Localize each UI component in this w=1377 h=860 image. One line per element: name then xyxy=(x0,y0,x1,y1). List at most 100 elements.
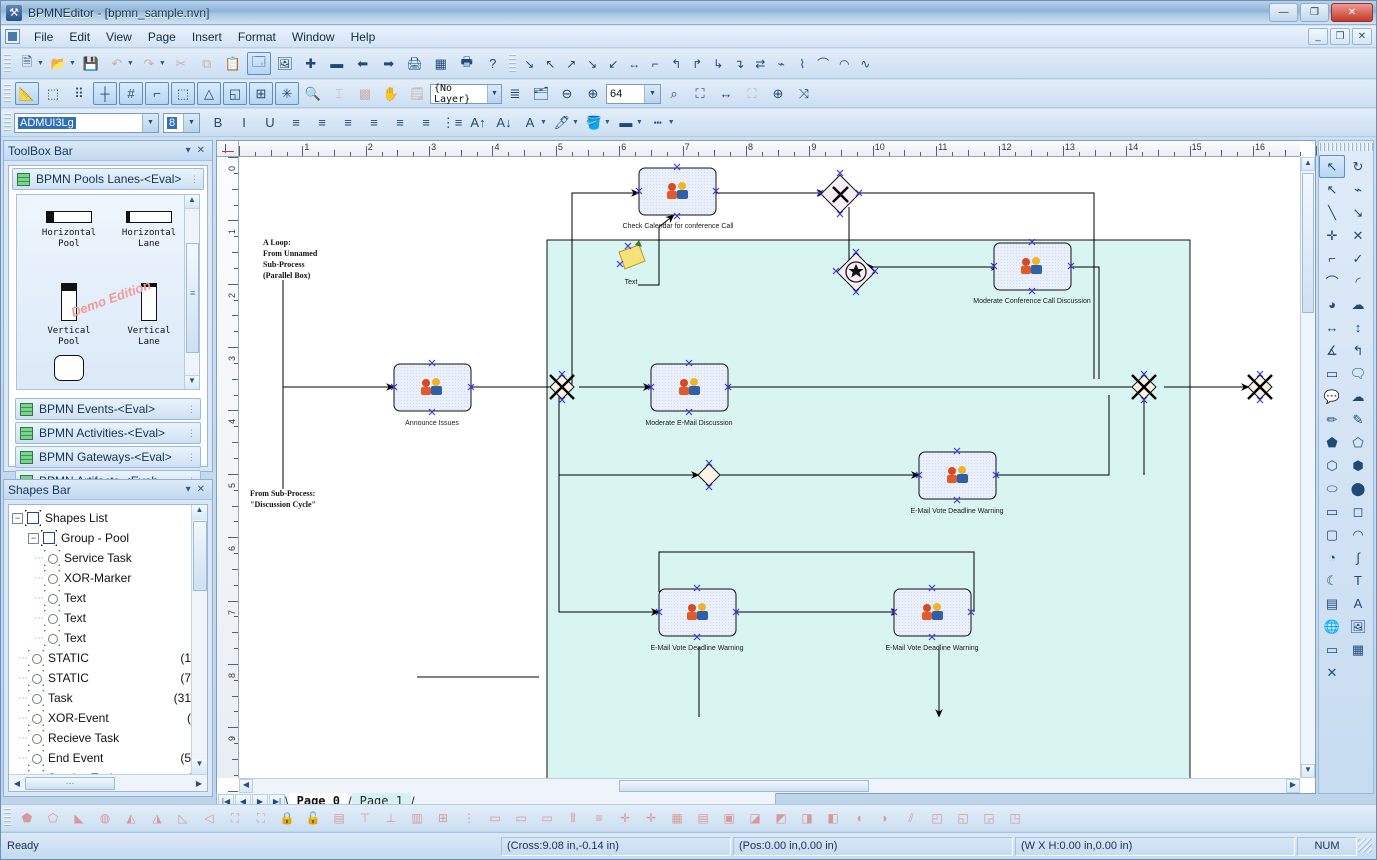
tree-item[interactable]: ⋯ XOR-Event ( xyxy=(12,708,191,728)
snap-br-icon[interactable]: ◳ xyxy=(1003,807,1027,829)
zoom-out-icon[interactable]: ⊖ xyxy=(555,82,579,105)
scroll-up-icon[interactable]: ▲ xyxy=(192,505,207,520)
ruler-toggle-icon[interactable]: ┼ xyxy=(93,82,117,105)
spacing-h-icon[interactable]: ⦀ xyxy=(561,807,585,829)
zoom-fit-width-icon[interactable]: ↔ xyxy=(714,82,738,105)
menu-format[interactable]: Format xyxy=(230,28,284,46)
same-width-icon[interactable]: ▭ xyxy=(483,807,507,829)
cut-icon[interactable]: ✂ xyxy=(169,52,193,75)
document-icon[interactable] xyxy=(5,29,20,44)
scroll-down-icon[interactable]: ▼ xyxy=(192,759,207,774)
pointer-add-tool-icon[interactable]: ↖ xyxy=(1319,178,1345,201)
connector-elbow3-icon[interactable]: ↳ xyxy=(709,52,728,75)
font-name-dropdown-icon[interactable]: ▼ xyxy=(142,113,158,132)
help-icon[interactable]: ? xyxy=(481,52,505,75)
gateway-end[interactable] xyxy=(1247,370,1273,404)
connector-elbow-arrow2-icon[interactable]: ↱ xyxy=(688,52,707,75)
add-icon[interactable]: ✚ xyxy=(299,52,323,75)
palette-scrollbar[interactable]: ▲ ▼ xyxy=(184,195,199,389)
redo-icon[interactable]: ↷ xyxy=(137,52,161,75)
shape-2-tool-icon[interactable]: ⬠ xyxy=(1345,431,1371,454)
group-grip[interactable]: ⋮ xyxy=(187,452,197,463)
freeform-tool-icon[interactable]: ✓ xyxy=(1345,247,1371,270)
connector-curve-icon[interactable]: ∿ xyxy=(856,52,875,75)
scroll-left-icon[interactable]: ◀ xyxy=(9,779,25,788)
pan-hand-icon[interactable]: ✋ xyxy=(379,82,403,105)
grid-snap-icon[interactable]: ▩ xyxy=(353,82,377,105)
arrow-tool-icon[interactable]: ↘ xyxy=(1345,201,1371,224)
tree-item[interactable]: ⋯ Recieve Task xyxy=(12,728,191,748)
font-grow-button[interactable]: A↑ xyxy=(466,111,490,134)
zoom-region-icon[interactable]: ⊕ xyxy=(766,82,790,105)
pie-tool-icon[interactable]: ◕ xyxy=(1319,293,1345,316)
hyperlink-tool-icon[interactable]: 🌐 xyxy=(1319,615,1345,638)
horizontal-pool-shape[interactable]: Horizontal Pool xyxy=(31,211,107,250)
chevron-down-icon[interactable]: ▾ xyxy=(183,484,194,495)
tree-item[interactable]: ⋯ STATIC (7 xyxy=(12,668,191,688)
group-icon[interactable]: ⛶ xyxy=(223,807,247,829)
connector-arrow-left-icon[interactable]: ↙ xyxy=(604,52,623,75)
cloud-callout-tool-icon[interactable]: ☁ xyxy=(1345,385,1371,408)
menu-help[interactable]: Help xyxy=(343,28,384,46)
shape-offset-icon[interactable]: ◁ xyxy=(197,807,221,829)
crosshair-tool-icon[interactable]: ✛ xyxy=(1319,224,1345,247)
shape-3-tool-icon[interactable]: ⬡ xyxy=(1319,454,1345,477)
group-grip[interactable]: ⋮ xyxy=(187,428,197,439)
grid-toggle-icon[interactable]: # xyxy=(119,82,143,105)
align-center-h-icon[interactable]: ⊤ xyxy=(353,807,377,829)
shape-fragment-icon[interactable]: ◭ xyxy=(119,807,143,829)
connector-poly-icon[interactable]: ⌁ xyxy=(772,52,791,75)
task-announce-issues[interactable]: Announce Issues xyxy=(390,359,475,427)
connector-elbow-arrow-icon[interactable]: ↰ xyxy=(667,52,686,75)
undo-icon[interactable]: ↶ xyxy=(105,52,129,75)
close-button[interactable]: ✕ xyxy=(1331,3,1373,22)
font-size-dropdown-icon[interactable]: ▼ xyxy=(183,113,199,132)
edit-node-tool-icon[interactable]: ✎ xyxy=(1345,408,1371,431)
distribute-h-icon[interactable]: ⊞ xyxy=(431,807,455,829)
connector-arc2-icon[interactable]: ◠ xyxy=(835,52,854,75)
connector-arrow-nw-icon[interactable]: ↖ xyxy=(541,52,560,75)
canvas-scroll-left-icon[interactable]: ◀ xyxy=(239,779,253,793)
shape-divide-icon[interactable]: ◍ xyxy=(93,807,117,829)
select-measure-icon[interactable]: 📐 xyxy=(15,82,39,105)
shape-intersect-icon[interactable]: ◣ xyxy=(67,807,91,829)
unlock-icon[interactable]: 🔓 xyxy=(301,807,325,829)
mdi-close-button[interactable]: ✕ xyxy=(1352,28,1372,45)
speech-bubble-tool-icon[interactable]: 💬 xyxy=(1319,385,1345,408)
shape-union-icon[interactable]: ⬟ xyxy=(15,807,39,829)
text-box-tool-icon[interactable]: A xyxy=(1345,592,1371,615)
connector-toolbar-grip[interactable] xyxy=(508,53,516,74)
menu-edit[interactable]: Edit xyxy=(61,28,98,46)
maximize-button[interactable]: ❐ xyxy=(1300,3,1329,22)
table-tool-icon[interactable]: ▦ xyxy=(1345,638,1371,661)
vertical-pool-shape[interactable]: Vertical Pool xyxy=(31,283,107,348)
align-icon[interactable]: ⌶ xyxy=(327,82,351,105)
flip-v-icon[interactable]: ▤ xyxy=(691,807,715,829)
bezier-tool-icon[interactable]: ✕ xyxy=(1345,224,1371,247)
menu-file[interactable]: File xyxy=(26,28,61,46)
tree-expander-icon[interactable]: − xyxy=(12,512,23,524)
tree-item[interactable]: ⋯ Text xyxy=(12,588,191,608)
font-shrink-button[interactable]: A↓ xyxy=(492,111,516,134)
tree-item[interactable]: ⋯ Text xyxy=(12,608,191,628)
pointer-tool-icon[interactable]: ↖ xyxy=(1319,155,1345,178)
drawing-canvas[interactable]: A Loop: From Unnamed Sub-Process (Parall… xyxy=(239,157,1300,778)
shapes-list-tree[interactable]: − Shapes List − Group - Pool ⋯ Service Task ⋯ X… xyxy=(9,505,191,774)
callout-tool-icon[interactable]: 🗨 xyxy=(1345,362,1371,385)
zoom-combo[interactable]: 64 ▼ xyxy=(606,83,661,104)
align-justify-button[interactable]: ≡ xyxy=(362,111,386,134)
arrange-toolbar-grip[interactable] xyxy=(4,808,11,828)
toolbox-group-activities[interactable]: BPMN Activities-<Eval> ⋮ xyxy=(15,422,201,444)
dot-grid-icon[interactable]: ⠿ xyxy=(67,82,91,105)
curve-tool-icon[interactable]: ⌒ xyxy=(1319,270,1345,293)
new-document-dropdown-icon[interactable]: ▼ xyxy=(37,60,44,67)
line-style-button-dropdown-icon[interactable]: ▼ xyxy=(668,119,675,126)
fill-color-button-dropdown-icon[interactable]: ▼ xyxy=(604,119,611,126)
mdi-minimize-button[interactable]: _ xyxy=(1308,28,1328,45)
dimension-v-tool-icon[interactable]: ↕ xyxy=(1345,316,1371,339)
minimize-button[interactable]: — xyxy=(1269,3,1298,22)
menu-insert[interactable]: Insert xyxy=(184,28,230,46)
font-name-combo[interactable]: ADMUI3Lg ▼ xyxy=(14,112,159,133)
arc-2-tool-icon[interactable]: ◠ xyxy=(1345,523,1371,546)
align-left-button[interactable]: ≡ xyxy=(284,111,308,134)
